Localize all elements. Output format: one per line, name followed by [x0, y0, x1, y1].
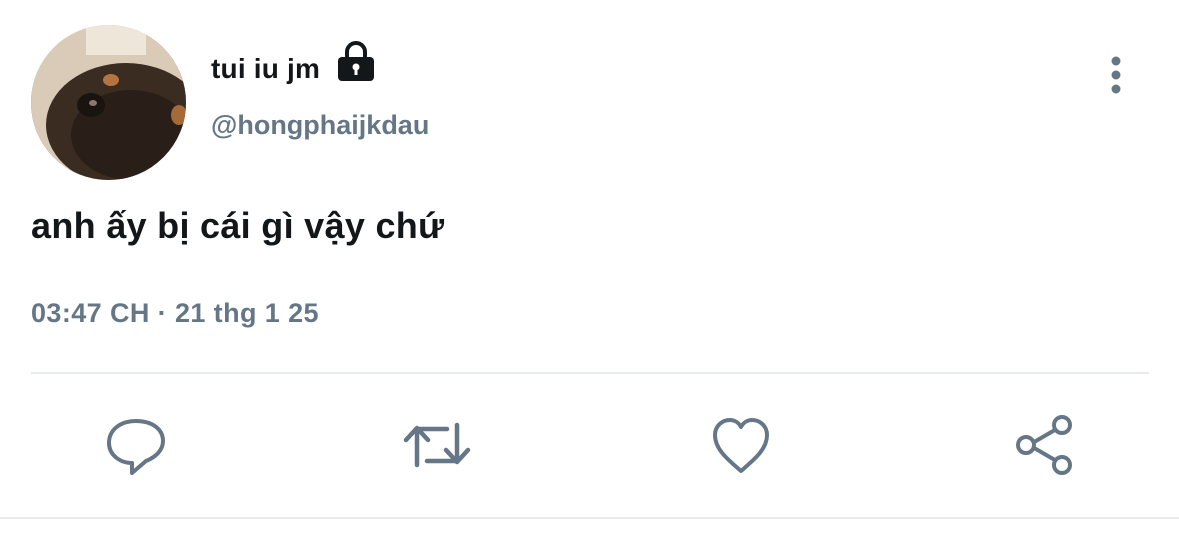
more-vertical-icon[interactable]	[1100, 55, 1132, 95]
share-button[interactable]	[1010, 413, 1078, 477]
comment-icon	[107, 419, 165, 475]
retweet-button[interactable]	[403, 413, 471, 477]
avatar-photo	[31, 25, 186, 180]
display-name[interactable]: tui iu jm	[211, 53, 320, 85]
heart-icon	[713, 418, 769, 473]
share-icon	[1016, 415, 1072, 475]
user-handle[interactable]: @hongphaijkdau	[211, 110, 429, 141]
retweet-icon	[403, 422, 471, 468]
like-button[interactable]	[707, 413, 775, 477]
lock-icon	[338, 41, 374, 81]
reply-button[interactable]	[102, 413, 170, 477]
divider	[31, 372, 1149, 374]
avatar[interactable]	[31, 25, 186, 180]
tweet-text: anh ấy bị cái gì vậy chứ	[31, 205, 445, 246]
divider-bottom	[0, 517, 1179, 519]
tweet-timestamp: 03:47 CH · 21 thg 1 25	[31, 298, 319, 328]
